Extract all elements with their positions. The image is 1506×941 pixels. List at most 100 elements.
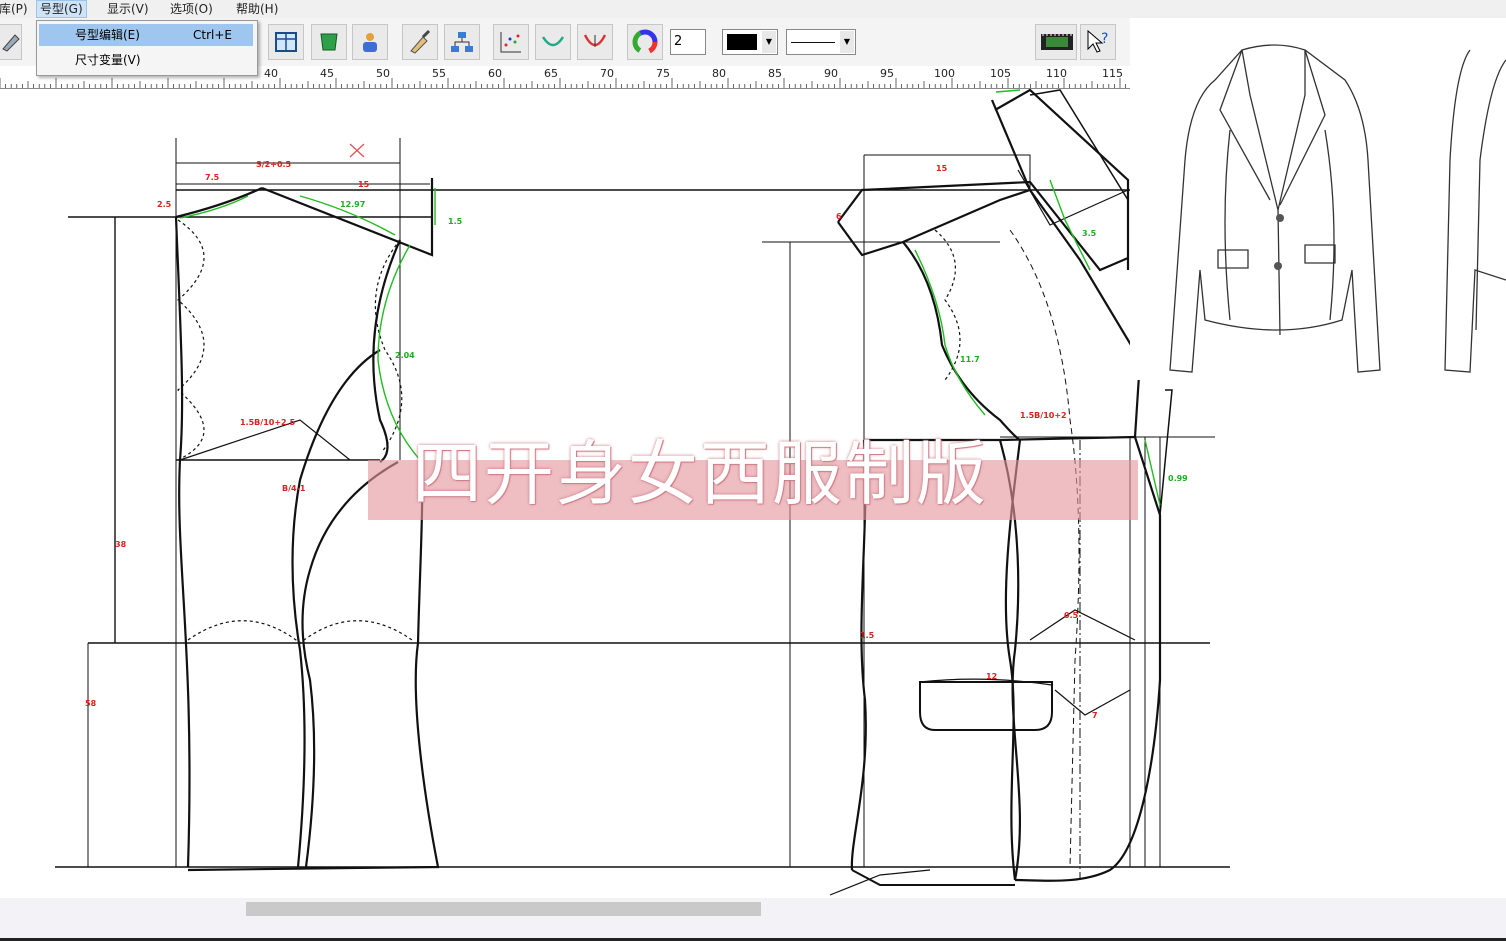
ruler-label: 60: [488, 67, 502, 80]
pocket-flap: [919, 681, 1053, 731]
measure-label: 12: [986, 672, 997, 681]
measure-label: 1.5: [860, 631, 875, 640]
measure-label: 11.7: [960, 355, 980, 364]
brush-icon: [410, 29, 431, 54]
ruler-label: 65: [544, 67, 558, 80]
title-banner-text: 四开身女西服制版: [412, 433, 988, 515]
help-cursor-button[interactable]: ?: [1080, 24, 1116, 60]
ruler-label: 75: [656, 67, 670, 80]
green-guide-curve: [914, 249, 986, 416]
jacket-side-view: [1444, 49, 1506, 373]
film-button[interactable]: [1035, 24, 1077, 60]
color-wheel-icon: [632, 29, 658, 55]
measure-label: 1.5B/10+2.5: [240, 418, 296, 427]
eraser-button[interactable]: [0, 24, 22, 60]
jacket-center-line: [1277, 209, 1281, 336]
grid-piece-icon: [275, 32, 297, 52]
collar-fold: [1029, 89, 1129, 201]
measure-label: 15: [936, 164, 948, 173]
jacket-button: [1274, 262, 1282, 270]
ruler-label: 110: [1046, 67, 1067, 80]
back-princess-line: [301, 461, 399, 868]
ruler-label: 70: [600, 67, 614, 80]
measure-label: 7: [1092, 711, 1098, 720]
collar-stand: [994, 88, 1130, 270]
measure-label: 0.99: [1168, 474, 1188, 483]
measure-label: 12.97: [340, 200, 365, 209]
people-button[interactable]: [352, 24, 388, 60]
ruler-label: 95: [880, 67, 894, 80]
help-cursor-icon: ?: [1087, 29, 1108, 53]
waist-dashed-curve: [187, 620, 413, 644]
measure-label: 2.5: [157, 200, 172, 209]
grid-piece-button[interactable]: [268, 24, 304, 60]
jacket-body: [1169, 44, 1381, 373]
menu-item-shortcut: Ctrl+E: [193, 28, 232, 42]
menu-item-label: 号型编辑(E): [75, 28, 140, 42]
size-dropdown-menu: 号型编辑(E) Ctrl+E 尺寸变量(V): [36, 20, 258, 76]
ruler-label: 55: [432, 67, 446, 80]
line-style-select[interactable]: ▼: [786, 29, 856, 55]
menu-options[interactable]: 选项(O): [167, 1, 216, 17]
measure-label: 0.5: [1064, 611, 1079, 620]
measure-curve-icon: [583, 34, 607, 47]
measure-label: 58: [85, 699, 97, 708]
jacket-collar: [1241, 49, 1306, 211]
menu-item-size-variable[interactable]: 尺寸变量(V): [39, 49, 253, 71]
shield-piece-button[interactable]: [311, 24, 347, 60]
ruler-label: 40: [264, 67, 278, 80]
menu-help[interactable]: 帮助(H): [233, 1, 281, 17]
collar-guide: [1017, 169, 1129, 226]
network-icon: [451, 32, 473, 52]
measure-label: 7.5: [205, 173, 220, 182]
scatter-icon: [500, 32, 521, 53]
ruler-label: 80: [712, 67, 726, 80]
line-width-field[interactable]: 2: [670, 29, 706, 55]
network-button[interactable]: [444, 24, 480, 60]
measure-label: 1.5B/10+2: [1020, 411, 1067, 420]
measure-label: 38: [115, 540, 127, 549]
ruler-label: 100: [934, 67, 955, 80]
jacket-sketch: [1130, 20, 1506, 380]
menu-size[interactable]: 号型(G): [36, 0, 87, 18]
dart-guide: [1029, 609, 1136, 641]
chevron-down-icon: ▼: [840, 31, 854, 53]
eraser-icon: [2, 34, 20, 52]
jacket-button: [1276, 214, 1284, 222]
film-icon: [1041, 34, 1073, 50]
front-hem: [851, 869, 1015, 886]
curve-button[interactable]: [535, 24, 571, 60]
ruler-label: 85: [768, 67, 782, 80]
ruler-label: 45: [320, 67, 334, 80]
back-center-seam: [174, 216, 191, 868]
scroll-thumb[interactable]: [246, 902, 761, 916]
front-armhole: [902, 241, 1021, 441]
measure-label: S/2+0.5: [256, 160, 292, 169]
measure-label: 1.5: [448, 217, 463, 226]
chevron-down-icon: ▼: [762, 31, 776, 53]
color-wheel-button[interactable]: [627, 24, 663, 60]
hem-guide: [829, 869, 931, 896]
measure-label: 3.5: [1082, 229, 1097, 238]
line-color-select[interactable]: ▼: [722, 29, 778, 55]
button-stand: [1159, 389, 1173, 516]
ruler-label: 115: [1102, 67, 1123, 80]
green-guide-curve: [995, 89, 1021, 93]
front-shoulder: [837, 180, 1129, 272]
front-neckline: [837, 188, 1031, 257]
line-style-preview: [791, 42, 835, 43]
menu-item-size-edit[interactable]: 号型编辑(E) Ctrl+E: [39, 24, 253, 46]
lapel-edge: [990, 99, 1142, 438]
back-neckline: [175, 187, 263, 219]
menu-library[interactable]: 库(P): [0, 1, 31, 17]
measure-label: 2.04: [395, 351, 415, 360]
ruler-label: 105: [990, 67, 1011, 80]
brush-button[interactable]: [402, 24, 438, 60]
menubar: 库(P) 号型(G) 显示(V) 选项(O) 帮助(H): [0, 0, 1506, 18]
menu-view[interactable]: 显示(V): [104, 1, 152, 17]
color-swatch: [727, 34, 757, 50]
jacket-lapel: [1219, 49, 1326, 206]
measure-curve-button[interactable]: [577, 24, 613, 60]
scatter-button[interactable]: [493, 24, 529, 60]
back-princess-line: [291, 349, 381, 868]
